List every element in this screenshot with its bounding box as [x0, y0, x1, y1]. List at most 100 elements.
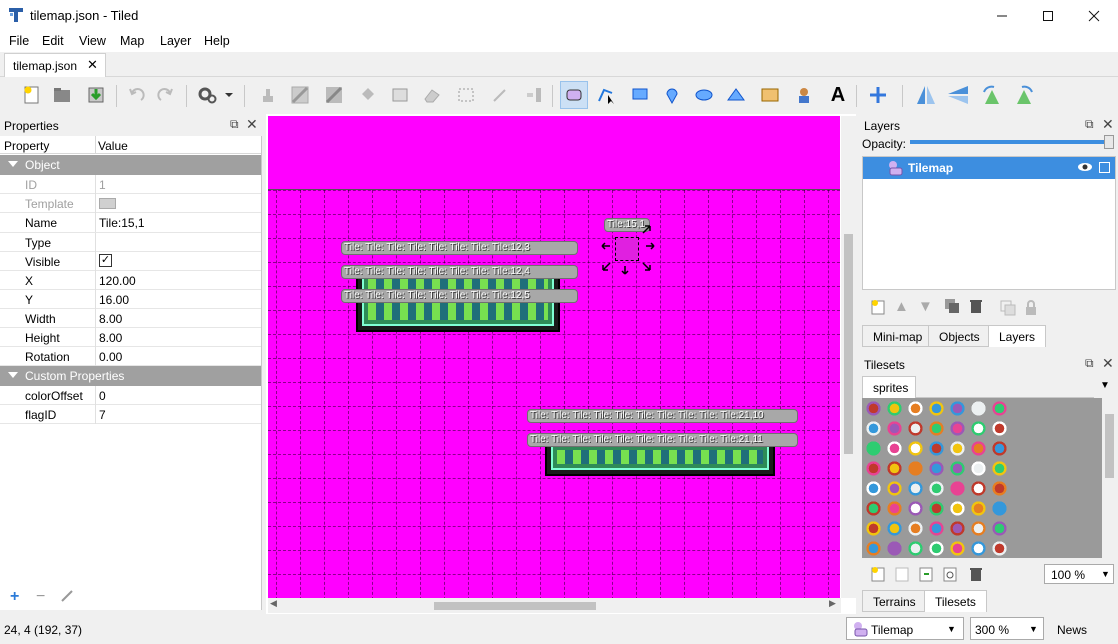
tileset-tile[interactable]	[926, 459, 947, 480]
lower-layer-icon[interactable]: ▼	[918, 298, 933, 315]
shape-fill-icon[interactable]	[388, 83, 412, 107]
tileset-tile[interactable]	[926, 519, 947, 540]
tab-objects[interactable]: Objects	[928, 325, 991, 347]
tileset-tile[interactable]	[989, 419, 1010, 440]
group-custom-properties[interactable]: Custom Properties	[0, 366, 261, 386]
tileset-tile[interactable]	[863, 539, 884, 558]
tileset-tile[interactable]	[926, 539, 947, 558]
tileset-tile[interactable]	[968, 479, 989, 500]
prop-value[interactable]: Tile:15,1	[99, 216, 145, 230]
prop-row-rotation[interactable]: Rotation 0.00	[0, 347, 261, 366]
select-objects-icon[interactable]	[560, 81, 588, 109]
flip-vertical-icon[interactable]	[946, 83, 970, 107]
open-folder-icon[interactable]	[50, 83, 74, 107]
tileset-tile[interactable]	[968, 399, 989, 420]
prop-row-coloroffset[interactable]: colorOffset 0	[0, 386, 261, 405]
tileset-tile[interactable]	[926, 439, 947, 460]
float-panel-icon[interactable]: ⧉	[230, 117, 239, 132]
tileset-tile[interactable]	[926, 499, 947, 520]
redo-icon[interactable]	[154, 83, 178, 107]
prop-value[interactable]: 8.00	[99, 312, 122, 326]
insert-rectangle-icon[interactable]	[628, 83, 652, 107]
tile-label-row[interactable]: Tile: Tile: Tile: Tile: Tile: Tile: Tile…	[341, 265, 578, 279]
tileset-tile[interactable]	[989, 459, 1010, 480]
prop-row-width[interactable]: Width 8.00	[0, 309, 261, 328]
tileset-tile[interactable]	[905, 459, 926, 480]
tab-tilesets[interactable]: Tilesets	[924, 590, 987, 612]
tileset-tile[interactable]	[947, 539, 968, 558]
document-tab[interactable]: tilemap.json ✕	[4, 53, 106, 77]
tile-label-row[interactable]: Tile: Tile: Tile: Tile: Tile: Tile: Tile…	[527, 409, 798, 423]
remove-property-icon[interactable]: −	[36, 588, 45, 606]
tileset-tile[interactable]	[905, 439, 926, 460]
tileset-tile[interactable]	[968, 459, 989, 480]
tileset-tile[interactable]	[905, 399, 926, 420]
layer-name[interactable]: Tilemap	[908, 161, 953, 175]
move-icon[interactable]	[866, 83, 890, 107]
minimize-button[interactable]	[979, 0, 1025, 31]
tileset-tile[interactable]	[884, 479, 905, 500]
close-panel-icon[interactable]: ✕	[1102, 116, 1114, 133]
tileset-tile[interactable]	[989, 439, 1010, 460]
tileset-tile[interactable]	[905, 539, 926, 558]
rectangle-select-icon[interactable]	[454, 83, 478, 107]
tileset-view[interactable]	[862, 398, 1102, 558]
bucket-fill-icon[interactable]	[356, 83, 380, 107]
tileset-tile[interactable]	[947, 439, 968, 460]
prop-value[interactable]: 0.00	[99, 350, 122, 364]
toggle-other-layers-icon[interactable]	[1000, 300, 1016, 319]
remove-tileset-icon[interactable]	[968, 566, 984, 585]
tileset-zoom-select[interactable]: 100 % ▼	[1044, 564, 1114, 584]
tileset-scroll-thumb[interactable]	[1105, 414, 1114, 478]
vertical-scroll-thumb[interactable]	[844, 234, 853, 454]
tileset-tile[interactable]	[863, 459, 884, 480]
edit-tileset-icon[interactable]	[942, 566, 958, 585]
magic-wand-icon[interactable]	[488, 83, 512, 107]
col-property[interactable]: Property	[4, 139, 49, 153]
tileset-vertical-scrollbar[interactable]	[1103, 398, 1116, 558]
close-panel-icon[interactable]: ✕	[1102, 355, 1114, 372]
tileset-tile[interactable]	[989, 399, 1010, 420]
collapse-arrow-icon[interactable]	[8, 372, 18, 378]
transform-handles-icon[interactable]	[598, 220, 658, 278]
menu-map[interactable]: Map	[120, 34, 144, 48]
tile-label-row[interactable]: Tile: Tile: Tile: Tile: Tile: Tile: Tile…	[341, 289, 578, 303]
raise-layer-icon[interactable]: ▲	[894, 298, 909, 315]
tileset-tile[interactable]	[884, 419, 905, 440]
menu-edit[interactable]: Edit	[42, 34, 64, 48]
tileset-tile[interactable]	[863, 419, 884, 440]
insert-text-icon[interactable]: A	[826, 83, 850, 107]
eraser-icon[interactable]	[420, 83, 444, 107]
insert-tile-icon[interactable]	[758, 83, 782, 107]
tileset-tile[interactable]	[884, 519, 905, 540]
undo-icon[interactable]	[124, 83, 148, 107]
tileset-tile[interactable]	[863, 519, 884, 540]
tileset-tile[interactable]	[947, 399, 968, 420]
tileset-tile[interactable]	[926, 479, 947, 500]
delete-layer-icon[interactable]	[968, 298, 984, 317]
close-tab-icon[interactable]: ✕	[87, 57, 98, 73]
horizontal-scrollbar[interactable]: ◀ ▶	[268, 598, 841, 613]
col-value[interactable]: Value	[98, 139, 128, 153]
opacity-slider[interactable]	[910, 140, 1108, 144]
insert-point-icon[interactable]	[660, 83, 684, 107]
prop-row-type[interactable]: Type	[0, 233, 261, 252]
tile-label-row[interactable]: Tile: Tile: Tile: Tile: Tile: Tile: Tile…	[527, 433, 798, 447]
template-button[interactable]	[99, 198, 116, 209]
lock-icon[interactable]	[1024, 300, 1038, 319]
tileset-tile[interactable]	[905, 519, 926, 540]
save-icon[interactable]	[84, 83, 108, 107]
tileset-tab-sprites[interactable]: sprites	[862, 376, 916, 398]
tileset-tile[interactable]	[947, 479, 968, 500]
tile-label-row[interactable]: Tile: Tile: Tile: Tile: Tile: Tile: Tile…	[341, 241, 578, 255]
new-tileset-icon[interactable]	[870, 566, 886, 585]
rotate-right-icon[interactable]	[1012, 83, 1036, 107]
close-panel-icon[interactable]: ✕	[246, 116, 258, 133]
export-tileset-icon[interactable]	[918, 566, 934, 585]
tileset-tile[interactable]	[926, 399, 947, 420]
tileset-tile[interactable]	[947, 459, 968, 480]
tileset-tile[interactable]	[989, 499, 1010, 520]
current-layer-select[interactable]: Tilemap ▼	[846, 617, 964, 640]
add-layer-icon[interactable]	[870, 298, 888, 319]
tileset-tile[interactable]	[947, 499, 968, 520]
